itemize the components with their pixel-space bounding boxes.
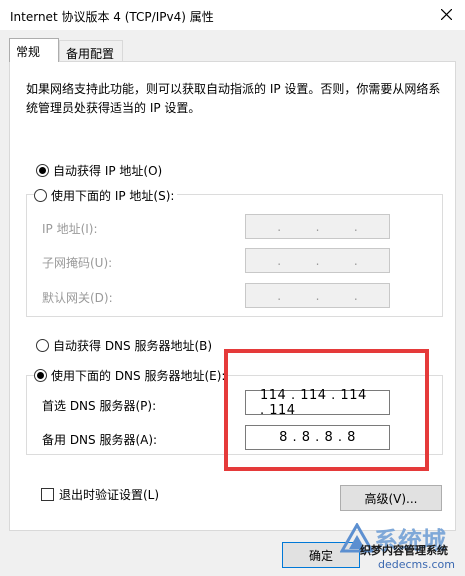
- subnet-mask-input[interactable]: ...: [245, 248, 390, 273]
- radio-manual-dns[interactable]: 使用下面的 DNS 服务器地址(E):: [34, 367, 229, 384]
- checkbox-indicator: [41, 488, 54, 501]
- tab-alternate-config[interactable]: 备用配置: [59, 40, 123, 62]
- close-icon: [441, 9, 452, 20]
- radio-indicator: [34, 189, 47, 202]
- alternate-dns-label: 备用 DNS 服务器(A):: [42, 433, 158, 447]
- validate-checkbox[interactable]: 退出时验证设置(L): [41, 486, 159, 503]
- window-title: Internet 协议版本 4 (TCP/IPv4) 属性: [10, 10, 214, 24]
- preferred-dns-label: 首选 DNS 服务器(P):: [42, 399, 157, 413]
- ip-address-input[interactable]: ...: [245, 214, 390, 239]
- radio-manual-ip-label: 使用下面的 IP 地址(S):: [51, 189, 175, 203]
- ip-address-label: IP 地址(I):: [42, 222, 98, 236]
- description-text: 如果网络支持此功能，则可以获取自动指派的 IP 设置。否则，你需要从网络系统管理…: [26, 82, 441, 115]
- default-gateway-label: 默认网关(D):: [42, 291, 113, 305]
- title-bar: Internet 协议版本 4 (TCP/IPv4) 属性: [0, 0, 465, 30]
- watermark-url: dedecms.com: [378, 558, 455, 571]
- radio-indicator: [36, 164, 49, 177]
- radio-auto-ip-label: 自动获得 IP 地址(O): [53, 164, 163, 178]
- radio-manual-ip[interactable]: 使用下面的 IP 地址(S):: [34, 187, 178, 204]
- close-button[interactable]: [428, 0, 465, 30]
- subnet-mask-label: 子网掩码(U):: [42, 256, 113, 270]
- radio-auto-dns-label: 自动获得 DNS 服务器地址(B): [53, 339, 213, 353]
- advanced-button[interactable]: 高级(V)...: [340, 485, 442, 511]
- watermark: 系统城 织梦内容管理系统 dedecms.com: [338, 521, 465, 576]
- watermark-subtitle: 织梦内容管理系统: [360, 544, 448, 557]
- highlight-box: [224, 349, 429, 471]
- validate-checkbox-label: 退出时验证设置(L): [59, 488, 160, 502]
- radio-manual-dns-label: 使用下面的 DNS 服务器地址(E):: [51, 369, 226, 383]
- default-gateway-input[interactable]: ...: [245, 283, 390, 308]
- radio-indicator: [34, 369, 47, 382]
- radio-auto-ip[interactable]: 自动获得 IP 地址(O): [36, 162, 162, 179]
- tab-general[interactable]: 常规: [9, 38, 59, 62]
- radio-auto-dns[interactable]: 自动获得 DNS 服务器地址(B): [36, 337, 212, 354]
- radio-indicator: [36, 339, 49, 352]
